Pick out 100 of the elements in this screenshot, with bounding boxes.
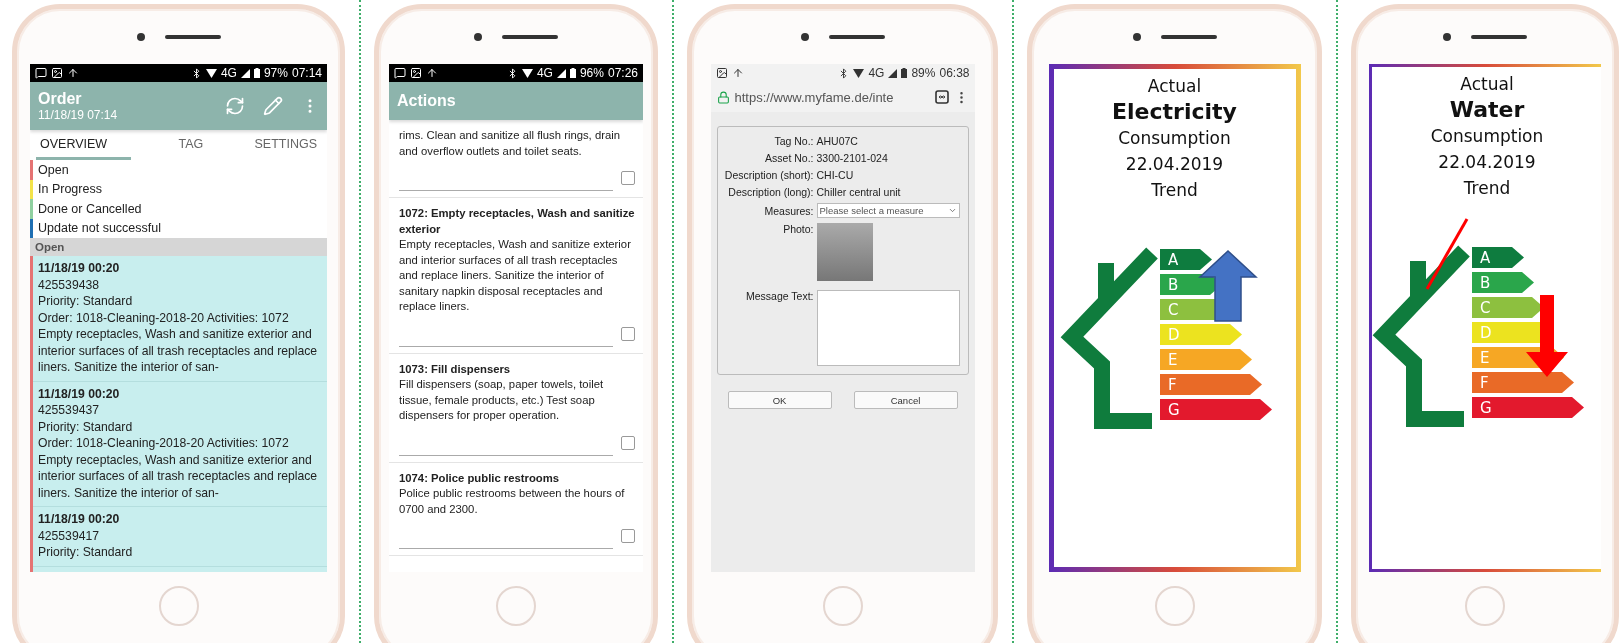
field-label: Tag No.:	[773, 135, 814, 147]
upload-icon	[426, 67, 438, 79]
tab[interactable]: TAG	[174, 130, 208, 160]
heading-line: Actual	[1147, 75, 1202, 98]
action-title: 1074: Police public restrooms	[399, 470, 561, 486]
home-button[interactable]	[1465, 586, 1505, 626]
status-label: Done or Cancelled	[38, 201, 142, 216]
pencil-icon[interactable]	[263, 96, 283, 116]
signal-icon	[888, 68, 898, 78]
rating-letter: A	[1480, 249, 1491, 267]
order-date: 11/18/19 00:20	[38, 511, 121, 528]
heading-line: 22.04.2019	[1125, 153, 1224, 176]
message-icon	[394, 67, 406, 79]
checkbox[interactable]	[621, 435, 635, 450]
action-description: Police public restrooms between the hours of 0700 and 2300.	[399, 486, 626, 517]
message-icon	[35, 67, 47, 79]
network-label: 4G	[536, 66, 553, 80]
checkbox[interactable]	[621, 529, 635, 543]
lock-icon	[716, 90, 730, 104]
order-number: 425539437	[38, 402, 100, 419]
field-label: Photo:	[782, 223, 814, 235]
battery-icon	[901, 68, 908, 78]
order-date: 11/18/19 00:20	[38, 385, 121, 402]
checkbox[interactable]	[621, 171, 635, 185]
signal-icon	[556, 68, 566, 78]
speaker-icon	[828, 34, 885, 39]
order-priority: Priority: Standard	[38, 544, 134, 561]
camera-icon	[1132, 32, 1141, 41]
image-icon	[715, 67, 728, 79]
heading-title: Water	[1449, 97, 1525, 123]
tabs-icon[interactable]	[934, 90, 949, 104]
order-card[interactable]: 11/18/19 00:20 425539417 Priority: Standard	[33, 507, 327, 567]
home-button[interactable]	[158, 586, 199, 626]
heading-line: Consumption	[1118, 127, 1231, 150]
photo-placeholder	[816, 223, 873, 281]
app-subtitle: 11/18/19 07:14	[38, 108, 119, 122]
rating-letter: C	[1167, 301, 1178, 319]
upload-icon	[731, 67, 744, 79]
order-date: 11/18/19 00:20	[38, 260, 121, 277]
measure-select[interactable]: Please select a measure	[816, 203, 960, 218]
order-priority: Priority: Standard	[38, 418, 134, 435]
field-label: Measures:	[763, 204, 814, 217]
clock-time: 07:14	[291, 66, 322, 80]
camera-icon	[1443, 32, 1451, 41]
order-number: 425539417	[38, 527, 100, 544]
message-field[interactable]	[816, 290, 960, 366]
wifi-icon	[205, 68, 217, 78]
rating-letter: E	[1480, 349, 1490, 367]
wifi-icon	[521, 68, 533, 78]
speaker-icon	[502, 34, 558, 39]
image-icon	[51, 67, 63, 79]
order-number: 425539438	[38, 276, 100, 293]
address-bar[interactable]: https://www.myfame.de/inte	[710, 82, 975, 112]
cancel-button[interactable]: Cancel	[853, 391, 958, 409]
heading-line: Consumption	[1430, 125, 1544, 148]
order-priority: Priority: Standard	[38, 293, 134, 310]
network-label: 4G	[868, 66, 885, 80]
action-description: Fill dispensers (soap, paper towels, toilet tissue, female products, etc.) Test soap dispensers for proper operation.	[399, 377, 605, 423]
camera-icon	[136, 32, 145, 41]
home-button[interactable]	[1154, 586, 1195, 626]
url-text: https://www.myfame.de/inte	[734, 89, 895, 105]
battery-level: 97%	[263, 66, 288, 80]
chevron-down-icon	[947, 206, 957, 215]
app-title: Order	[38, 90, 83, 108]
home-button[interactable]	[822, 586, 863, 626]
heading-line: Trend	[1463, 177, 1511, 200]
refresh-icon[interactable]	[225, 96, 245, 116]
status-label: In Progress	[38, 182, 102, 197]
speaker-icon	[1471, 34, 1527, 39]
battery-level: 89%	[911, 66, 936, 80]
image-icon	[410, 67, 422, 79]
app-title: Actions	[397, 92, 456, 110]
tab[interactable]: SETTINGS	[250, 130, 321, 160]
speaker-icon	[1160, 34, 1217, 39]
field-label: Description (long):	[727, 186, 814, 198]
ok-button[interactable]: OK	[727, 391, 832, 409]
tab[interactable]: OVERVIEW	[36, 130, 132, 160]
field-label: Message Text:	[745, 290, 814, 302]
rating-letter: D	[1167, 326, 1180, 344]
rating-letter: G	[1167, 401, 1180, 419]
action-title: 1073: Fill dispensers	[399, 361, 512, 377]
battery-level: 96%	[579, 66, 604, 80]
rating-letter: E	[1167, 351, 1177, 369]
clock-time: 07:26	[607, 66, 638, 80]
battery-icon	[569, 68, 576, 78]
field-value: AHU07C	[816, 135, 859, 147]
checkbox[interactable]	[621, 326, 635, 341]
field-value: CHI-CU	[816, 169, 855, 181]
rating-letter: B	[1480, 274, 1491, 292]
heading-line: Actual	[1460, 73, 1514, 96]
battery-icon	[253, 68, 260, 78]
rating-letter: F	[1480, 374, 1489, 392]
section-header: Open	[30, 238, 327, 256]
home-button[interactable]	[496, 586, 536, 626]
order-description: Order: 1018-Cleaning-2018-20 Activities: 1072 Empty receptacles, Wash and sanitize exterior and interior surfaces of all trash receptacles and replace liners. Sanitize the interior of san-	[38, 309, 319, 376]
action-title: 1072: Empty receptacles, Wash and sanitize exterior	[399, 206, 635, 237]
heading-title: Electricity	[1112, 99, 1237, 125]
field-label: Asset No.:	[764, 152, 814, 164]
wifi-icon	[853, 68, 865, 78]
speaker-icon	[164, 34, 221, 39]
